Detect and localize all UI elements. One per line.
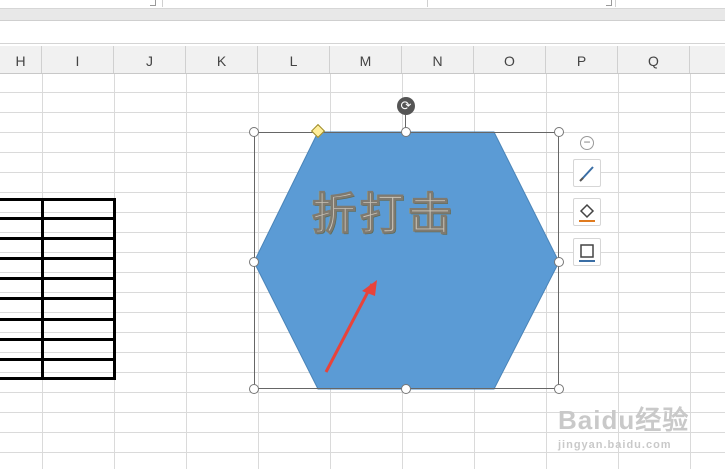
fill-icon [579, 203, 595, 222]
resize-handle-bottom-right[interactable] [554, 384, 564, 394]
resize-handle-left[interactable] [249, 257, 259, 267]
outline-button[interactable] [573, 238, 601, 266]
watermark-url: jingyan.baidu.com [558, 439, 672, 451]
resize-handle-right[interactable] [554, 257, 564, 267]
selection-frame [254, 132, 559, 389]
fill-button[interactable] [573, 198, 601, 226]
shape-style-icon [579, 166, 594, 182]
resize-handle-top-left[interactable] [249, 127, 259, 137]
baidu-watermark: Baidu经验 jingyan.baidu.com [558, 400, 718, 462]
shape-style-button[interactable] [573, 159, 601, 187]
resize-handle-bottom[interactable] [401, 384, 411, 394]
collapse-toolbar-button[interactable]: − [580, 136, 594, 150]
resize-handle-bottom-left[interactable] [249, 384, 259, 394]
rotate-handle-icon[interactable]: ⟳ [397, 97, 415, 115]
watermark-logo: Baidu经验 [558, 405, 690, 435]
resize-handle-top-right[interactable] [554, 127, 564, 137]
outline-icon [579, 244, 595, 262]
resize-handle-top[interactable] [401, 127, 411, 137]
